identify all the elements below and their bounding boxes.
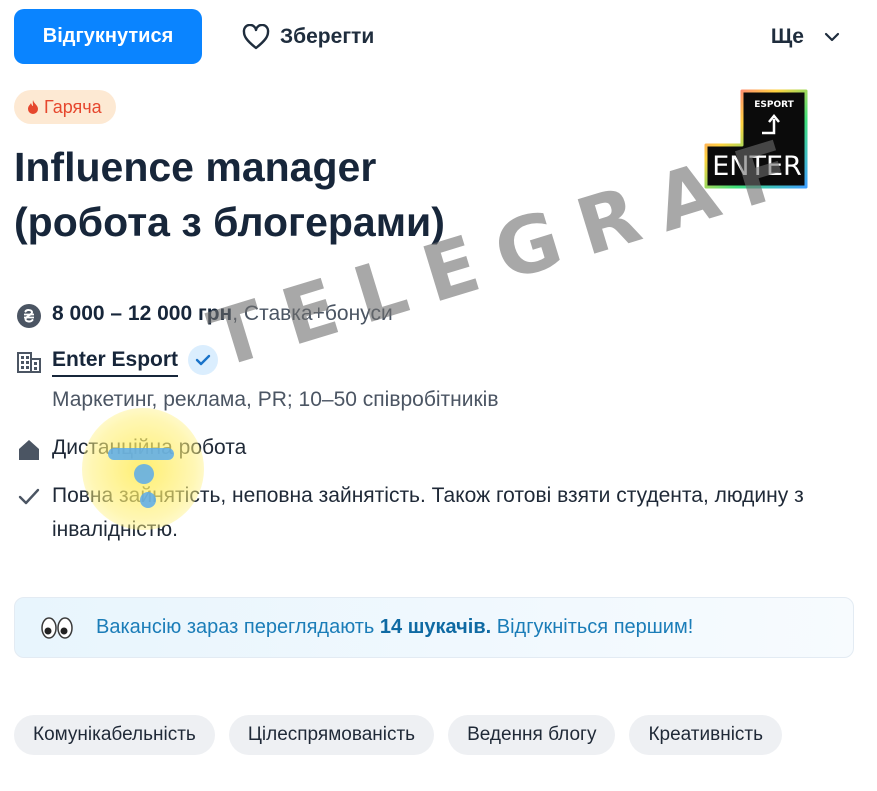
skill-tag[interactable]: Комунікабельність: [14, 715, 215, 755]
checkmark-icon: [195, 354, 211, 366]
viewers-text-after: Відгукніться першим!: [496, 616, 694, 638]
eyes-icon: [41, 616, 73, 639]
hot-badge-label: Гаряча: [44, 96, 102, 117]
company-row: Enter Esport: [16, 345, 219, 377]
skill-tags: Комунікабельність Цілеспрямованість Веде…: [14, 715, 783, 755]
employment-text-line2: інвалідністю.: [52, 518, 178, 541]
more-button[interactable]: Ще: [771, 9, 840, 64]
employment-row: Повна зайнятість, неповна зайнятість. Та…: [16, 483, 856, 547]
home-icon: [19, 440, 39, 460]
work-format-row: Дистанційна робота: [16, 436, 246, 463]
verified-badge: [188, 345, 219, 375]
chevron-down-icon: [824, 32, 840, 41]
logo-main-text: ENTER: [712, 151, 802, 182]
job-title: Influence manager (робота з блогерами): [14, 140, 654, 250]
skill-tag[interactable]: Цілеспрямованість: [228, 715, 435, 755]
salary-note: , Ставка+бонуси: [232, 302, 393, 325]
salary-row: 8 000 – 12 000 грн, Ставка+бонуси: [16, 302, 393, 329]
viewers-notice: Вакансію зараз переглядають 14 шукачів. …: [14, 597, 854, 658]
company-info-text: Маркетинг, реклама, PR; 10–50 співробітн…: [52, 388, 499, 411]
save-button[interactable]: Зберегти: [242, 9, 374, 64]
viewers-count: 14 шукачів.: [379, 616, 492, 638]
skill-tag[interactable]: Креативність: [629, 715, 783, 755]
action-bar: Відгукнутися Зберегти Ще: [14, 9, 864, 65]
company-info: Маркетинг, реклама, PR; 10–50 співробітн…: [52, 388, 498, 412]
logo-top-text: ESPORT: [754, 100, 794, 110]
flame-icon: [28, 100, 38, 114]
work-format-text: Дистанційна робота: [52, 436, 247, 459]
salary-amount: 8 000 – 12 000 грн: [52, 302, 233, 325]
viewers-text-before: Вакансію зараз переглядають: [96, 616, 375, 638]
heart-icon: [242, 23, 270, 49]
hryvnia-coin-icon: [17, 304, 41, 328]
apply-button[interactable]: Відгукнутися: [14, 9, 202, 64]
employment-text-line1: Повна зайнятість, неповна зайнятість. Та…: [52, 484, 804, 507]
job-title-line1: Influence manager: [14, 144, 377, 190]
skill-tag[interactable]: Ведення блогу: [448, 715, 616, 755]
office-building-icon: [17, 352, 41, 373]
check-icon: [18, 488, 40, 505]
company-logo[interactable]: ESPORT ENTER: [702, 89, 810, 189]
company-name-link[interactable]: Enter Esport: [52, 348, 179, 377]
hot-badge: Гаряча: [14, 90, 116, 124]
more-label: Ще: [770, 24, 804, 48]
job-title-line2: (робота з блогерами): [14, 199, 445, 245]
save-label: Зберегти: [280, 24, 375, 48]
